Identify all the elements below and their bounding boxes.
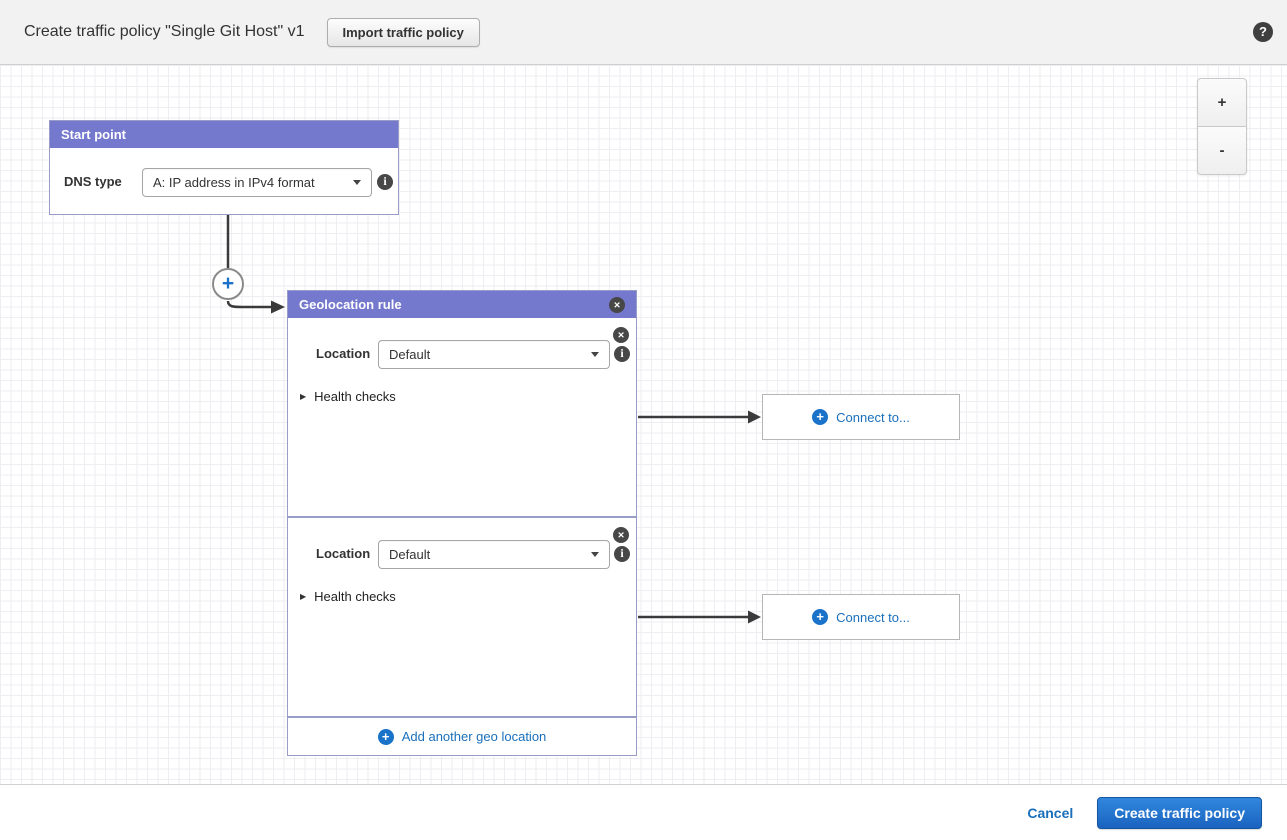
add-rule-connector-button[interactable]: + — [212, 268, 244, 300]
health-checks-toggle[interactable]: ▶ Health checks — [300, 389, 396, 404]
location-label: Location — [316, 546, 370, 561]
import-traffic-policy-button[interactable]: Import traffic policy — [327, 18, 480, 47]
disclosure-triangle-icon: ▶ — [300, 392, 306, 401]
remove-location-icon[interactable]: ✕ — [613, 527, 629, 543]
policy-canvas[interactable]: + - Start point DNS type A: IP address i… — [0, 65, 1287, 785]
page-title: Create traffic policy "Single Git Host" … — [24, 23, 305, 41]
plus-icon: + — [812, 409, 828, 425]
location-label: Location — [316, 346, 370, 361]
geo-location-section-2: ✕ Location Default i ▶ Health checks — [288, 518, 636, 718]
geo-location-section-1: ✕ Location Default i ▶ Health checks — [288, 318, 636, 518]
chevron-down-icon — [353, 180, 361, 185]
chevron-down-icon — [591, 552, 599, 557]
location-select[interactable]: Default — [378, 540, 610, 569]
connect-to-button-1[interactable]: + Connect to... — [762, 394, 960, 440]
connect-to-label: Connect to... — [836, 410, 910, 425]
zoom-controls: + - — [1197, 78, 1247, 175]
dns-type-value: A: IP address in IPv4 format — [153, 175, 315, 190]
zoom-in-button[interactable]: + — [1197, 78, 1247, 127]
traffic-policy-editor: Create traffic policy "Single Git Host" … — [0, 0, 1287, 840]
dns-type-label: DNS type — [64, 174, 122, 189]
header-bar: Create traffic policy "Single Git Host" … — [0, 0, 1287, 65]
start-point-title: Start point — [61, 127, 126, 142]
disclosure-triangle-icon: ▶ — [300, 592, 306, 601]
location-value: Default — [389, 547, 430, 562]
health-checks-label: Health checks — [314, 589, 396, 604]
remove-location-icon[interactable]: ✕ — [613, 327, 629, 343]
health-checks-label: Health checks — [314, 389, 396, 404]
location-info-icon[interactable]: i — [614, 346, 630, 362]
zoom-out-button[interactable]: - — [1197, 126, 1247, 175]
location-value: Default — [389, 347, 430, 362]
dns-type-info-icon[interactable]: i — [377, 174, 393, 190]
connect-to-label: Connect to... — [836, 610, 910, 625]
start-point-body: DNS type A: IP address in IPv4 format i — [50, 148, 398, 214]
location-select[interactable]: Default — [378, 340, 610, 369]
start-point-node: Start point DNS type A: IP address in IP… — [49, 120, 399, 215]
create-traffic-policy-button[interactable]: Create traffic policy — [1097, 797, 1262, 829]
help-icon[interactable]: ? — [1253, 22, 1273, 42]
plus-icon: + — [378, 729, 394, 745]
start-point-header: Start point — [50, 121, 398, 148]
add-geo-location-label: Add another geo location — [402, 729, 547, 744]
dns-type-select[interactable]: A: IP address in IPv4 format — [142, 168, 372, 197]
chevron-down-icon — [591, 352, 599, 357]
action-bar: Cancel Create traffic policy — [0, 786, 1287, 840]
geolocation-rule-node: Geolocation rule ✕ ✕ Location Default i … — [287, 290, 637, 756]
geolocation-rule-header: Geolocation rule ✕ — [288, 291, 636, 318]
location-info-icon[interactable]: i — [614, 546, 630, 562]
geolocation-rule-title: Geolocation rule — [299, 297, 402, 312]
connect-to-button-2[interactable]: + Connect to... — [762, 594, 960, 640]
add-geo-location-button[interactable]: + Add another geo location — [288, 718, 636, 755]
cancel-button[interactable]: Cancel — [1027, 805, 1073, 821]
remove-rule-icon[interactable]: ✕ — [609, 297, 625, 313]
health-checks-toggle[interactable]: ▶ Health checks — [300, 589, 396, 604]
plus-icon: + — [812, 609, 828, 625]
